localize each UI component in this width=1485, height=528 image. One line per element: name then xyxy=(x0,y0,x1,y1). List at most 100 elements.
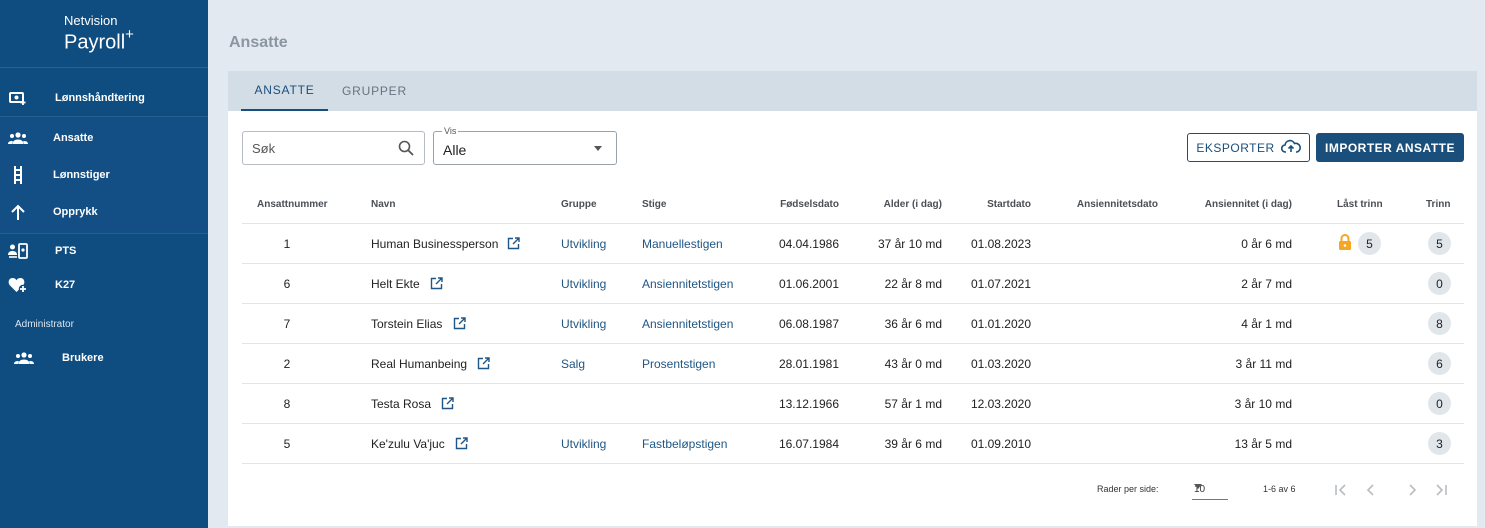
cell-name: Real Humanbeing xyxy=(371,357,468,371)
brand-main-text: Payroll+ xyxy=(64,26,134,55)
prev-page-icon[interactable] xyxy=(1361,480,1381,500)
col-startdato[interactable]: Startdato xyxy=(987,199,1031,210)
search-icon[interactable] xyxy=(398,140,414,161)
sidebar-item-ansatte[interactable]: Ansatte xyxy=(0,119,208,156)
sidebar-item-label: Opprykk xyxy=(53,205,98,218)
heart-add-icon xyxy=(8,275,28,295)
cell-start: 12.03.2020 xyxy=(970,397,1031,411)
cell-age: 43 år 0 md xyxy=(884,357,942,371)
people-icon xyxy=(14,348,34,368)
first-page-icon[interactable] xyxy=(1331,480,1351,500)
sidebar-item-label: Lønnshåndtering xyxy=(55,91,145,104)
col-ansiennitetsdato[interactable]: Ansiennitetsdato xyxy=(1077,199,1158,210)
cell-name: Ke'zulu Va'juc xyxy=(371,437,445,451)
employees-table: Ansattnummer Navn Gruppe Stige Fødselsda… xyxy=(242,184,1464,464)
brand-product: Payroll xyxy=(64,31,126,54)
export-label: EKSPORTER xyxy=(1196,140,1275,155)
cell-birth: 28.01.1981 xyxy=(778,357,839,371)
col-stige[interactable]: Stige xyxy=(642,199,666,210)
table-row[interactable]: 6 Helt Ekte Utvikling Ansiennitetstigen … xyxy=(242,264,1464,304)
chevron-down-icon xyxy=(1194,484,1202,489)
col-ansattnummer[interactable]: Ansattnummer xyxy=(257,199,328,210)
cell-birth: 16.07.1984 xyxy=(778,437,839,451)
ladder-icon xyxy=(8,165,28,185)
cell-nr: 8 xyxy=(283,397,291,411)
search-input[interactable]: Søk xyxy=(242,131,425,165)
arrow-up-icon xyxy=(8,202,28,222)
cell-group[interactable]: Utvikling xyxy=(561,317,606,331)
cell-group[interactable]: Utvikling xyxy=(561,237,606,251)
col-gruppe[interactable]: Gruppe xyxy=(561,199,597,210)
tab-ansatte[interactable]: ANSATTE xyxy=(241,71,328,111)
brand-logo: Netvision Payroll+ xyxy=(0,0,208,68)
tab-grupper[interactable]: GRUPPER xyxy=(342,71,407,111)
next-page-icon[interactable] xyxy=(1402,480,1422,500)
cell-ladder[interactable]: Prosentstigen xyxy=(642,357,715,371)
cell-group[interactable]: Utvikling xyxy=(561,437,606,451)
step-badge: 0 xyxy=(1428,272,1451,295)
cell-name: Helt Ekte xyxy=(371,277,420,291)
cell-birth: 01.06.2001 xyxy=(778,277,839,291)
table-header: Ansattnummer Navn Gruppe Stige Fødselsda… xyxy=(242,184,1464,224)
sidebar-item-label: Brukere xyxy=(62,351,104,364)
cell-age: 39 år 6 md xyxy=(884,437,942,451)
col-fodselsdato[interactable]: Fødselsdato xyxy=(780,199,839,210)
cell-ladder[interactable]: Manuellestigen xyxy=(642,237,723,251)
rows-per-page-select[interactable]: 10 xyxy=(1192,480,1228,500)
col-navn[interactable]: Navn xyxy=(371,199,395,210)
cell-name: Human Businessperson xyxy=(371,237,499,251)
cell-group[interactable]: Salg xyxy=(561,357,585,371)
table-row[interactable]: 2 Real Humanbeing Salg Prosentstigen 28.… xyxy=(242,344,1464,384)
cell-group[interactable]: Utvikling xyxy=(561,277,606,291)
open-external-icon[interactable] xyxy=(507,237,520,255)
cell-ladder[interactable]: Ansiennitetstigen xyxy=(642,317,733,331)
cell-ladder[interactable]: Ansiennitetstigen xyxy=(642,277,733,291)
cell-start: 01.03.2020 xyxy=(970,357,1031,371)
col-last-trinn[interactable]: Låst trinn xyxy=(1337,199,1383,210)
cell-seniority: 0 år 6 md xyxy=(1241,237,1292,251)
rows-per-page-label: Rader per side: xyxy=(1097,484,1159,494)
table-row[interactable]: 5 Ke'zulu Va'juc Utvikling Fastbeløpstig… xyxy=(242,424,1464,464)
money-add-icon xyxy=(8,88,28,108)
cell-nr: 7 xyxy=(283,317,291,331)
open-external-icon[interactable] xyxy=(430,277,443,295)
cell-nr: 5 xyxy=(283,437,291,451)
pagination: Rader per side: 10 1-6 av 6 xyxy=(228,476,1477,506)
import-employees-button[interactable]: IMPORTER ANSATTE xyxy=(1316,133,1464,162)
last-page-icon[interactable] xyxy=(1431,480,1451,500)
cell-seniority: 3 år 11 md xyxy=(1235,357,1292,371)
step-badge: 6 xyxy=(1428,352,1451,375)
cell-ladder[interactable]: Fastbeløpstigen xyxy=(642,437,727,451)
export-button[interactable]: EKSPORTER xyxy=(1187,133,1310,162)
table-row[interactable]: 1 Human Businessperson Utvikling Manuell… xyxy=(242,224,1464,264)
open-external-icon[interactable] xyxy=(455,437,468,455)
open-external-icon[interactable] xyxy=(477,357,490,375)
sidebar-item-pts[interactable]: PTS xyxy=(0,232,208,269)
sidebar-item-label: K27 xyxy=(55,278,76,291)
sidebar-item-brukere[interactable]: Brukere xyxy=(0,339,208,376)
cell-age: 36 år 6 md xyxy=(884,317,942,331)
col-trinn[interactable]: Trinn xyxy=(1426,199,1450,210)
search-placeholder: Søk xyxy=(252,141,276,156)
cell-nr: 6 xyxy=(283,277,291,291)
cell-nr: 1 xyxy=(283,237,291,251)
main-card: ANSATTE GRUPPER Søk Vis Alle EKSPORTER I… xyxy=(228,71,1477,526)
sidebar-item-lonnshandtering[interactable]: Lønnshåndtering xyxy=(0,79,208,116)
sidebar-item-opprykk[interactable]: Opprykk xyxy=(0,193,208,230)
col-ansiennitet[interactable]: Ansiennitet (i dag) xyxy=(1205,199,1292,210)
table-row[interactable]: 8 Testa Rosa 13.12.1966 57 år 1 md 12.03… xyxy=(242,384,1464,424)
cell-birth: 04.04.1986 xyxy=(778,237,839,251)
open-external-icon[interactable] xyxy=(441,397,454,415)
open-external-icon[interactable] xyxy=(453,317,466,335)
sidebar-item-label: PTS xyxy=(55,244,77,257)
table-row[interactable]: 7 Torstein Elias Utvikling Ansiennitetst… xyxy=(242,304,1464,344)
sidebar-item-lonnstiger[interactable]: Lønnstiger xyxy=(0,156,208,193)
col-alder[interactable]: Alder (i dag) xyxy=(884,199,942,210)
cell-seniority: 4 år 1 md xyxy=(1241,317,1292,331)
vis-select[interactable]: Vis Alle xyxy=(433,126,617,165)
vis-value: Alle xyxy=(443,142,467,158)
cell-age: 22 år 8 md xyxy=(884,277,942,291)
cell-age: 57 år 1 md xyxy=(884,397,942,411)
sidebar-item-k27[interactable]: K27 xyxy=(0,266,208,303)
cell-seniority: 13 år 5 md xyxy=(1234,437,1292,451)
